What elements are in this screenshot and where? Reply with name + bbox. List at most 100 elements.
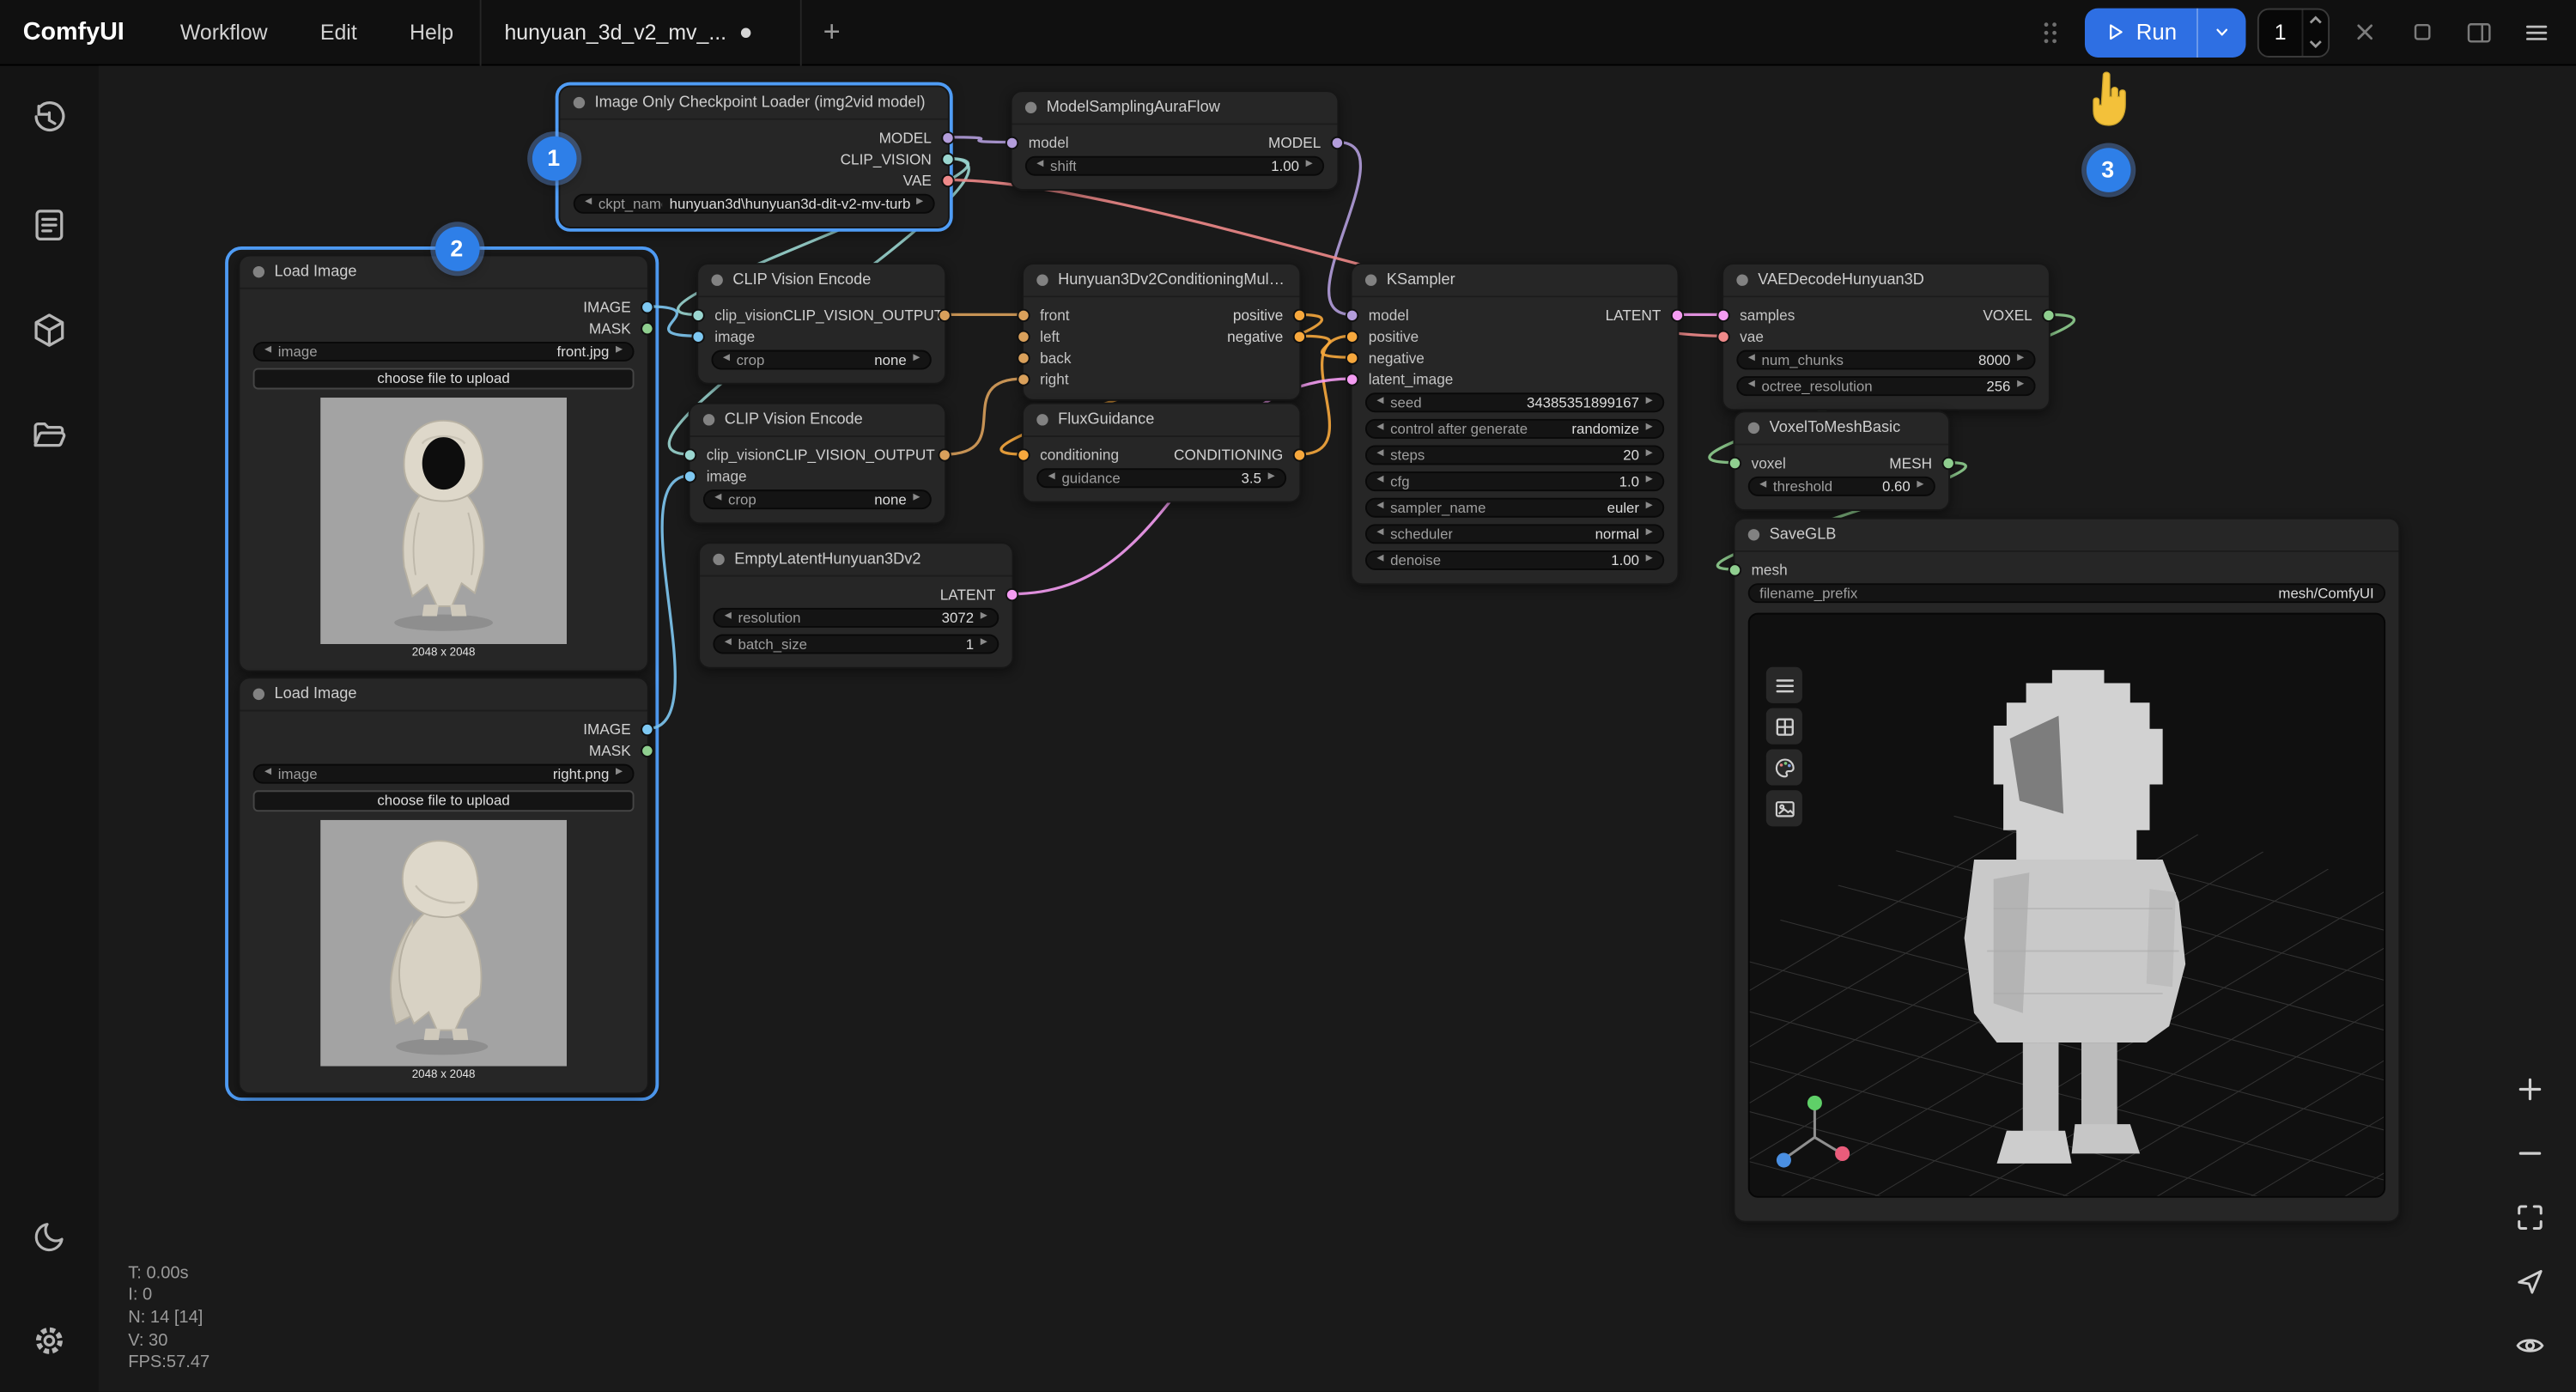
node-li2[interactable]: Load ImageIMAGEMASK◀imageright.png▶choos…	[238, 677, 648, 1093]
output-port[interactable]	[941, 152, 954, 165]
widget-left-arrow-icon[interactable]: ◀	[725, 640, 732, 649]
node-cv1[interactable]: CLIP Vision Encodeclip_visionCLIP_VISION…	[696, 263, 946, 385]
zoom-in-button[interactable]	[2511, 1070, 2550, 1109]
widget-right-arrow-icon[interactable]: ▶	[1646, 424, 1653, 434]
sidebar-history-button[interactable]	[21, 92, 77, 148]
widget-left-arrow-icon[interactable]: ◀	[1376, 424, 1383, 434]
menu-edit[interactable]: Edit	[294, 20, 383, 45]
batch-count-input[interactable]: 1	[2257, 8, 2330, 57]
node-ckpt[interactable]: Image Only Checkpoint Loader (img2vid mo…	[559, 85, 950, 228]
input-port[interactable]	[1728, 456, 1741, 469]
stepper-down-icon[interactable]	[2303, 32, 2328, 55]
node-collapse-dot[interactable]	[574, 97, 585, 108]
widget-right-arrow-icon[interactable]: ▶	[1306, 161, 1313, 171]
input-port[interactable]	[683, 469, 696, 482]
input-port[interactable]	[1346, 330, 1358, 343]
widget-right-arrow-icon[interactable]: ▶	[1646, 503, 1653, 513]
output-port[interactable]	[941, 173, 954, 186]
grid-view-button[interactable]	[1766, 708, 1802, 745]
menu-button[interactable]	[1766, 667, 1802, 703]
widget-scheduler[interactable]: ◀schedulernormal▶	[1365, 524, 1664, 544]
batch-count-stepper[interactable]	[2302, 9, 2329, 56]
input-port[interactable]	[691, 308, 704, 321]
toggle-panel-button[interactable]	[2456, 9, 2502, 56]
widget-crop[interactable]: ◀cropnone▶	[711, 350, 931, 370]
widget-left-arrow-icon[interactable]: ◀	[1376, 451, 1383, 460]
widget-right-arrow-icon[interactable]: ▶	[1646, 477, 1653, 486]
widget-left-arrow-icon[interactable]: ◀	[1048, 474, 1055, 483]
widget-control-after-generate[interactable]: ◀control after generaterandomize▶	[1365, 418, 1664, 439]
node-vd[interactable]: VAEDecodeHunyuan3DsamplesVOXELvae◀num_ch…	[1722, 263, 2050, 410]
widget-right-arrow-icon[interactable]: ▶	[1646, 556, 1653, 565]
widget-right-arrow-icon[interactable]: ▶	[616, 769, 623, 779]
input-port[interactable]	[1017, 350, 1030, 363]
menu-workflow[interactable]: Workflow	[154, 20, 294, 45]
drag-dots-icon[interactable]	[2027, 9, 2074, 56]
widget-left-arrow-icon[interactable]: ◀	[714, 495, 721, 504]
node-collapse-dot[interactable]	[1036, 414, 1048, 425]
node-collapse-dot[interactable]	[1748, 422, 1759, 434]
output-port[interactable]	[1942, 456, 1955, 469]
node-flux[interactable]: FluxGuidanceconditioningCONDITIONING◀gui…	[1022, 403, 1301, 503]
node-msaf[interactable]: ModelSamplingAuraFlowmodelMODEL◀shift1.0…	[1011, 90, 1340, 191]
node-collapse-dot[interactable]	[253, 266, 264, 277]
widget-right-arrow-icon[interactable]: ▶	[981, 640, 987, 649]
widget-image[interactable]: ◀imageright.png▶	[253, 763, 635, 784]
widget-threshold[interactable]: ◀threshold0.60▶	[1748, 476, 1935, 496]
widget-num_chunks[interactable]: ◀num_chunks8000▶	[1736, 350, 2035, 370]
output-port[interactable]	[1293, 330, 1306, 343]
widget-resolution[interactable]: ◀resolution3072▶	[713, 607, 999, 628]
input-port[interactable]	[1716, 308, 1729, 321]
node-cv2[interactable]: CLIP Vision Encodeclip_visionCLIP_VISION…	[689, 403, 946, 525]
output-port[interactable]	[641, 744, 653, 757]
widget-sampler_name[interactable]: ◀sampler_nameeuler▶	[1365, 497, 1664, 518]
input-port[interactable]	[1728, 562, 1741, 575]
output-port[interactable]	[1293, 308, 1306, 321]
axis-gizmo-icon[interactable]	[1777, 1096, 1850, 1168]
widget-filename_prefix[interactable]: filename_prefixmesh/ComfyUI	[1748, 583, 2385, 604]
node-collapse-dot[interactable]	[713, 554, 724, 565]
new-tab-button[interactable]: +	[802, 15, 862, 49]
widget-left-arrow-icon[interactable]: ◀	[1376, 398, 1383, 407]
node-collapse-dot[interactable]	[1748, 529, 1759, 540]
widget-left-arrow-icon[interactable]: ◀	[1036, 161, 1043, 171]
widget-steps[interactable]: ◀steps20▶	[1365, 445, 1664, 465]
fit-view-button[interactable]	[2511, 1198, 2550, 1237]
input-port[interactable]	[691, 330, 704, 343]
settings-button[interactable]	[21, 1313, 77, 1369]
widget-right-arrow-icon[interactable]: ▶	[916, 199, 923, 209]
node-el[interactable]: EmptyLatentHunyuan3Dv2LATENT◀resolution3…	[698, 542, 1013, 668]
widget-left-arrow-icon[interactable]: ◀	[725, 613, 732, 623]
widget-left-arrow-icon[interactable]: ◀	[723, 356, 730, 365]
widget-right-arrow-icon[interactable]: ▶	[1917, 482, 1923, 491]
widget-left-arrow-icon[interactable]: ◀	[1376, 477, 1383, 486]
output-port[interactable]	[938, 447, 951, 460]
widget-shift[interactable]: ◀shift1.00▶	[1025, 155, 1324, 176]
upload-button[interactable]: choose file to upload	[253, 368, 635, 389]
material-button[interactable]	[1766, 749, 1802, 785]
input-port[interactable]	[683, 447, 696, 460]
input-port[interactable]	[1346, 308, 1358, 321]
node-li1[interactable]: Load ImageIMAGEMASK◀imagefront.jpg▶choos…	[238, 255, 648, 672]
focus-mode-button[interactable]	[2398, 9, 2445, 56]
output-port[interactable]	[641, 321, 653, 334]
workflow-tab[interactable]: hunyuan_3d_v2_mv_...	[480, 0, 802, 65]
node-collapse-dot[interactable]	[253, 689, 264, 700]
toggle-links-button[interactable]	[2511, 1326, 2550, 1365]
widget-right-arrow-icon[interactable]: ▶	[913, 495, 920, 504]
input-port[interactable]	[1346, 372, 1358, 385]
widget-right-arrow-icon[interactable]: ▶	[1646, 451, 1653, 460]
input-port[interactable]	[1017, 308, 1030, 321]
widget-seed[interactable]: ◀seed34385351899167▶	[1365, 392, 1664, 413]
clear-queue-button[interactable]	[2341, 9, 2387, 56]
node-collapse-dot[interactable]	[1036, 275, 1048, 286]
widget-right-arrow-icon[interactable]: ▶	[616, 347, 623, 356]
widget-octree_resolution[interactable]: ◀octree_resolution256▶	[1736, 376, 2035, 397]
node-sg[interactable]: SaveGLBmeshfilename_prefixmesh/ComfyUI	[1734, 518, 2401, 1223]
input-port[interactable]	[1346, 350, 1358, 363]
widget-cfg[interactable]: ◀cfg1.0▶	[1365, 471, 1664, 492]
stepper-up-icon[interactable]	[2303, 9, 2328, 33]
widget-left-arrow-icon[interactable]: ◀	[264, 347, 271, 356]
widget-right-arrow-icon[interactable]: ▶	[1646, 398, 1653, 407]
input-port[interactable]	[1716, 330, 1729, 343]
